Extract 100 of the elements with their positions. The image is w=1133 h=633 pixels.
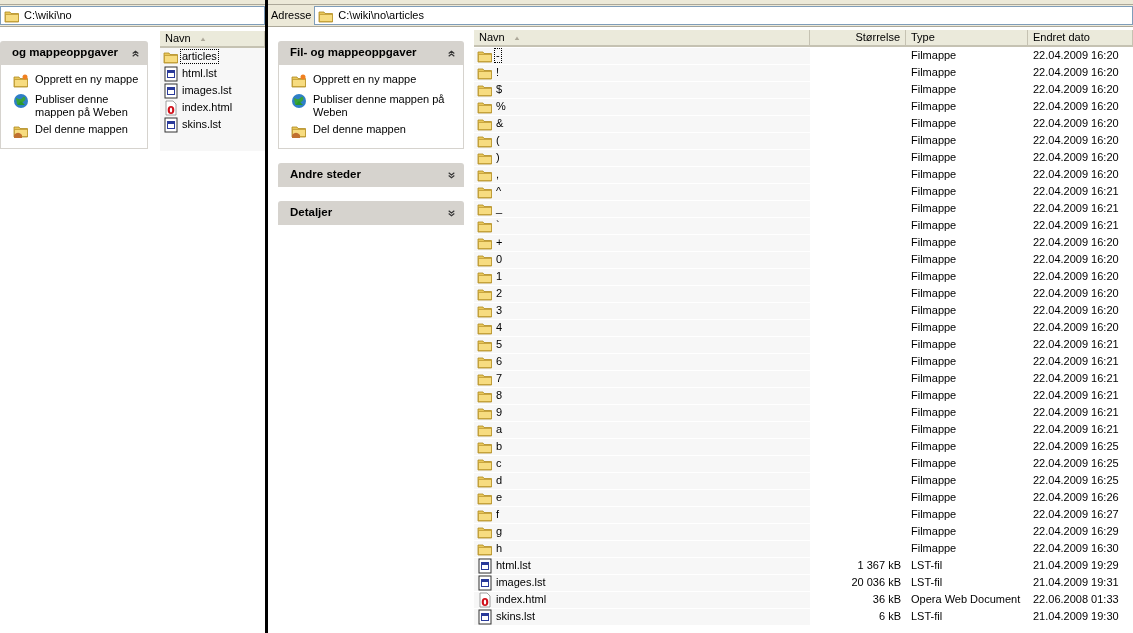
file-type: Filmappe: [910, 371, 958, 387]
file-date: 22.04.2009 16:21: [1032, 422, 1120, 438]
file-date: 22.04.2009 16:20: [1032, 252, 1120, 268]
task-panel-header[interactable]: Detaljer: [278, 201, 464, 225]
document-icon: [163, 82, 179, 99]
file-name[interactable]: 8: [495, 389, 504, 402]
column-header[interactable]: Navn: [474, 30, 810, 45]
file-name[interactable]: 2: [495, 287, 504, 300]
globe-icon: [13, 93, 29, 109]
file-type: Filmappe: [910, 320, 958, 336]
file-type: Filmappe: [910, 422, 958, 438]
file-date: 22.04.2009 16:20: [1032, 65, 1120, 81]
file-name[interactable]: ): [495, 151, 501, 164]
file-type: Filmappe: [910, 490, 958, 506]
file-type: Filmappe: [910, 286, 958, 302]
file-name[interactable]: a: [495, 423, 504, 436]
file-type: Filmappe: [910, 354, 958, 370]
file-type: Filmappe: [910, 405, 958, 421]
task-link[interactable]: Publiser denne mappen på Weben: [13, 93, 139, 119]
file-type: Filmappe: [910, 269, 958, 285]
file-name[interactable]: _: [495, 202, 504, 215]
task-link[interactable]: Publiser denne mappen på Weben: [291, 93, 455, 119]
file-name[interactable]: h: [495, 542, 504, 555]
file-name[interactable]: +: [495, 236, 504, 249]
task-link[interactable]: Opprett en ny mappe: [13, 73, 139, 89]
column-header[interactable]: Endret dato: [1028, 30, 1133, 45]
file-name[interactable]: e: [495, 491, 504, 504]
file-name[interactable]: 6: [495, 355, 504, 368]
file-type: Filmappe: [910, 99, 958, 115]
file-type: Filmappe: [910, 133, 958, 149]
file-name[interactable]: 1: [495, 270, 504, 283]
file-date: 22.04.2009 16:21: [1032, 337, 1120, 353]
column-header[interactable]: Type: [906, 30, 1028, 45]
file-name[interactable]: html.lst: [495, 559, 532, 572]
file-name[interactable]: index.html: [495, 593, 548, 606]
file-name[interactable]: skins.lst: [495, 610, 537, 623]
file-name[interactable]: images.lst: [181, 84, 233, 97]
file-type: LST-fil: [910, 558, 944, 574]
file-name[interactable]: (: [495, 134, 501, 147]
column-header[interactable]: Størrelse: [810, 30, 906, 45]
file-name[interactable]: f: [495, 508, 501, 521]
file-size: 6 kB: [878, 609, 902, 625]
file-type: Filmappe: [910, 150, 958, 166]
file-name[interactable]: $: [495, 83, 504, 96]
shared-folder-icon: [13, 123, 29, 139]
file-name[interactable]: articles: [181, 50, 218, 63]
file-name[interactable]: 0: [495, 253, 504, 266]
file-name[interactable]: 9: [495, 406, 504, 419]
task-panel-header[interactable]: Andre steder: [278, 163, 464, 187]
file-date: 22.04.2009 16:21: [1032, 201, 1120, 217]
file-name[interactable]: !: [495, 66, 501, 79]
file-date: 21.04.2009 19:31: [1032, 575, 1120, 591]
file-name[interactable]: d: [495, 474, 504, 487]
file-name[interactable]: ^: [495, 185, 503, 198]
file-date: 22.04.2009 16:20: [1032, 286, 1120, 302]
file-name[interactable]: 3: [495, 304, 504, 317]
file-type: Filmappe: [910, 252, 958, 268]
file-date: 22.04.2009 16:29: [1032, 524, 1120, 540]
task-panel-header[interactable]: Fil- og mappeoppgaver: [278, 41, 464, 65]
file-type: Filmappe: [910, 303, 958, 319]
file-name[interactable]: skins.lst: [181, 118, 223, 131]
file-type: LST-fil: [910, 575, 944, 591]
task-link[interactable]: Del denne mappen: [291, 123, 455, 139]
file-size: 36 kB: [871, 592, 902, 608]
task-link[interactable]: Del denne mappen: [13, 123, 139, 139]
shared-folder-icon: [291, 123, 307, 139]
file-name[interactable]: 5: [495, 338, 504, 351]
file-date: 22.04.2009 16:21: [1032, 405, 1120, 421]
task-panel-header[interactable]: og mappeoppgaver: [0, 41, 148, 65]
file-date: 22.04.2009 16:20: [1032, 133, 1120, 149]
address-field[interactable]: C:\wiki\no: [0, 6, 265, 25]
task-link[interactable]: Opprett en ny mappe: [291, 73, 455, 89]
file-name[interactable]: 4: [495, 321, 504, 334]
file-name[interactable]: index.html: [181, 101, 234, 114]
file-date: 22.04.2009 16:20: [1032, 269, 1120, 285]
file-type: Filmappe: [910, 524, 958, 540]
file-name[interactable]: b: [495, 440, 504, 453]
address-text: C:\wiki\no: [24, 8, 72, 24]
file-name[interactable]: %: [495, 100, 507, 113]
file-type: Filmappe: [910, 167, 958, 183]
file-name[interactable]: images.lst: [495, 576, 547, 589]
file-type: Filmappe: [910, 116, 958, 132]
file-name[interactable]: g: [495, 525, 504, 538]
file-type: Filmappe: [910, 456, 958, 472]
file-date: 22.04.2009 16:20: [1032, 116, 1120, 132]
file-date: 22.04.2009 16:20: [1032, 150, 1120, 166]
address-text: C:\wiki\no\articles: [338, 8, 424, 24]
file-name[interactable]: -: [495, 49, 501, 62]
file-name[interactable]: c: [495, 457, 503, 470]
file-name[interactable]: ,: [495, 168, 501, 181]
file-date: 22.04.2009 16:20: [1032, 82, 1120, 98]
file-date: 22.04.2009 16:21: [1032, 388, 1120, 404]
file-name[interactable]: html.lst: [181, 67, 218, 80]
address-field[interactable]: C:\wiki\no\articles: [314, 6, 1133, 25]
file-name[interactable]: &: [495, 117, 505, 130]
document-icon: [163, 116, 179, 133]
file-date: 22.04.2009 16:21: [1032, 184, 1120, 200]
file-name[interactable]: `: [495, 219, 501, 232]
file-date: 22.04.2009 16:20: [1032, 167, 1120, 183]
file-name[interactable]: 7: [495, 372, 504, 385]
